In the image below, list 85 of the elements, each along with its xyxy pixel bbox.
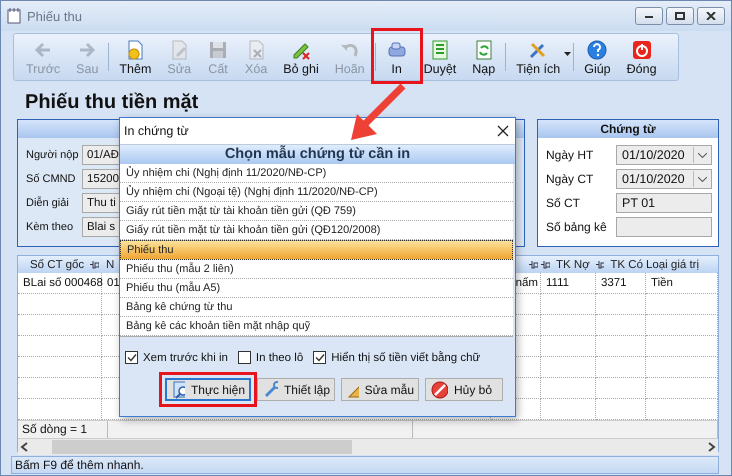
column-header[interactable]: N [106,258,114,270]
text-field[interactable]: Blai s [82,217,120,237]
list-item[interactable]: Bảng kê các khoản tiền mặt nhập quỹ [120,317,513,336]
table-cell [596,336,646,357]
table-cell [646,357,718,378]
field-label: Ngày CT [546,172,594,186]
magnifier-document-icon [172,380,185,399]
table-cell [646,315,718,336]
text-field[interactable]: 15200 [82,169,120,189]
checkbox-label: Xem trước khi in [143,352,228,364]
wrench-icon [263,380,278,399]
table-cell [541,294,596,315]
field-label: Kèm theo [26,221,74,233]
maximize-button[interactable] [666,7,694,25]
field-label: Diễn giải [26,197,70,209]
list-item[interactable]: Phiếu thu (mẫu 2 liên) [120,260,513,279]
list-item[interactable]: Giấy rút tiền mặt từ tài khoản tiền gửi (QĐ 759) [120,202,513,221]
chevron-down-icon [698,152,707,158]
notepad-icon [7,8,21,24]
checkbox-label: In theo lô [256,352,304,364]
toolbar-button[interactable]: Nạp [464,38,504,76]
dialog-button[interactable]: Hủy bỏ [425,378,503,401]
text-field[interactable]: 01/AĐ [82,145,120,165]
cancel-icon [431,380,448,399]
table-cell: BLai số 000468 [18,273,102,294]
table-cell [541,336,596,357]
checkbox[interactable] [238,351,251,364]
text-field[interactable] [616,217,712,237]
dialog-button[interactable]: Thiết lập [257,378,335,401]
close-icon[interactable] [497,125,509,137]
close-button[interactable] [697,7,725,25]
field-label: Số CMND [26,173,77,185]
table-cell: 3371 [596,273,646,294]
minimize-button[interactable] [635,7,663,25]
caret-icon [564,52,572,56]
toolbar-button[interactable]: Thêm [111,38,160,76]
table-cell [646,294,718,315]
date-field[interactable]: 01/10/2020 [616,145,712,165]
list-item[interactable]: Ủy nhiệm chi (Ngoại tệ) (Nghị định 11/2020/NĐ-CP) [120,183,513,202]
row-count: Số dòng = 1 [22,422,88,436]
toolbar-button[interactable]: Đóng [618,38,665,76]
field-label: Người nộp [26,149,80,161]
highlight-frame [370,28,423,84]
list-item[interactable]: Ủy nhiệm chi (Nghị định 11/2020/NĐ-CP) [120,164,513,183]
dialog-title: In chứng từ [124,124,190,138]
text-field[interactable]: PT 01 [616,193,712,213]
field-label: Ngày HT [546,148,594,162]
panel-title: Chứng từ [538,120,718,138]
toolbar-button[interactable]: Tiện ích [508,38,568,76]
toolbar-button[interactable]: Duyệt [416,38,464,76]
table-cell [541,357,596,378]
date-field[interactable]: 01/10/2020 [616,169,712,189]
text-field[interactable]: Thu ti [82,193,120,213]
table-cell [646,378,718,399]
list-header: Chọn mẫu chứng từ cần in [120,144,515,164]
checkbox[interactable] [125,351,138,364]
toolbar-button[interactable]: Bỏ ghi [275,38,327,76]
status-text: Bấm F9 để thêm nhanh. [15,458,144,472]
window-title: Phiếu thu [27,8,83,24]
dialog-button[interactable]: Sửa mẫu [341,378,419,401]
table-cell [596,294,646,315]
chevron-down-icon [698,176,707,182]
help-icon [586,38,608,60]
table-cell: 1111 [541,273,596,294]
table-cell [596,357,646,378]
horizontal-scrollbar[interactable] [18,438,718,455]
list-item[interactable]: Phiếu thu [120,240,513,260]
field-label: Số CT [546,196,582,210]
list-item[interactable]: Bảng kê chứng từ thu [120,298,513,317]
maximize-icon [675,12,685,20]
table-cell [596,315,646,336]
list-item[interactable]: Phiếu thu (mẫu A5) [120,279,513,298]
field-label: Số bảng kê [546,220,608,234]
table-cell [646,336,718,357]
close-icon [706,12,716,20]
toolbar-button[interactable]: Giúp [576,38,619,76]
toolbar-button[interactable]: In [378,38,416,76]
table-cell [541,378,596,399]
checkbox-label: Hiển thị số tiền viết bằng chữ [331,352,480,364]
page-heading: Phiếu thu tiền mặt [25,91,200,115]
table-cell: Tiền [646,273,718,294]
checkbox[interactable] [313,351,326,364]
table-cell [541,315,596,336]
power-icon [630,38,653,60]
table-cell [596,378,646,399]
